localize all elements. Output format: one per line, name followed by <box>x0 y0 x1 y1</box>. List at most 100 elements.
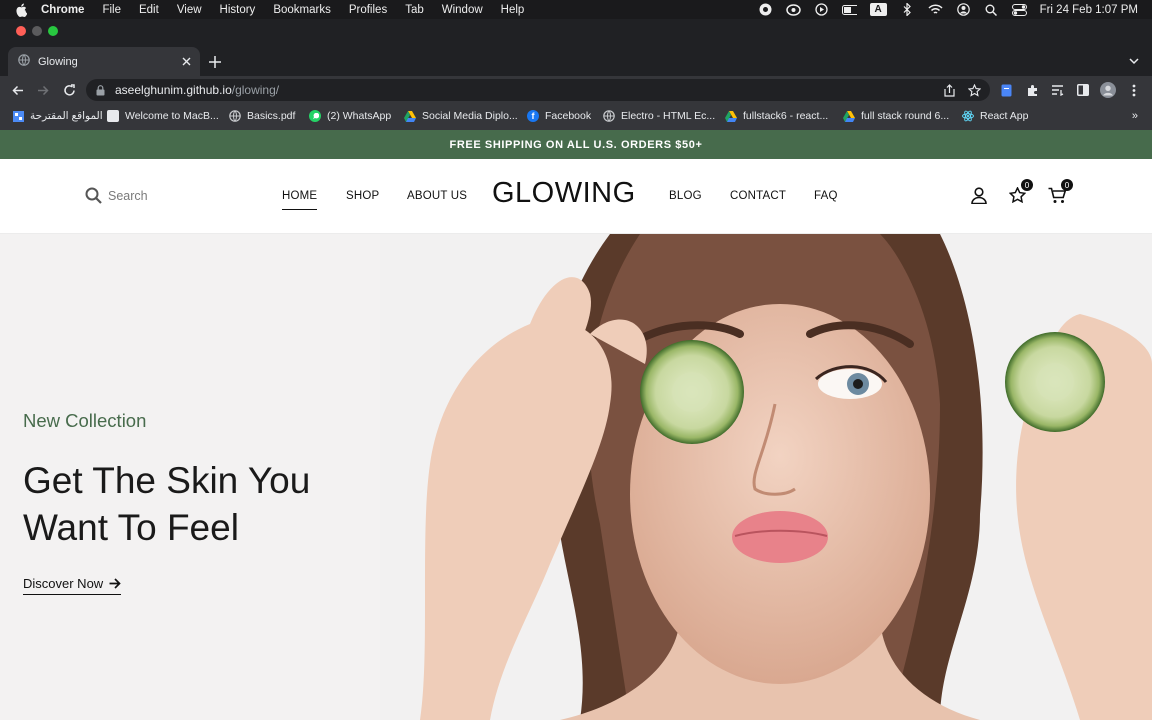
menu-file[interactable]: File <box>102 4 121 16</box>
menubar-status-area: A Fri 24 Feb 1:07 PM <box>758 0 1138 19</box>
url-host: aseelghunim.github.io <box>115 83 232 97</box>
bookmark-electro[interactable]: Electro - HTML Ec... <box>603 110 715 122</box>
tab-title: Glowing <box>38 55 78 68</box>
wishlist-count-badge: 0 <box>1021 179 1033 191</box>
suggested-sites-icon <box>12 110 24 122</box>
browser-toolbar: aseelghunim.github.io /glowing/ <box>0 76 1152 104</box>
menubar-clock[interactable]: Fri 24 Feb 1:07 PM <box>1040 4 1138 16</box>
window-titlebar <box>0 19 1152 47</box>
tab-search-chevron-down-icon[interactable] <box>1127 54 1141 68</box>
menu-edit[interactable]: Edit <box>139 4 159 16</box>
extension-docs-icon[interactable] <box>998 82 1014 98</box>
tab-close-icon[interactable] <box>178 54 194 70</box>
bookmark-label: (2) WhatsApp <box>327 110 392 122</box>
tab-glowing[interactable]: Glowing <box>8 47 200 76</box>
nav-about-us[interactable]: ABOUT US <box>407 190 467 202</box>
menu-view[interactable]: View <box>177 4 202 16</box>
bookmark-label: Basics.pdf <box>247 110 296 122</box>
spotlight-search-icon[interactable] <box>984 3 999 16</box>
bookmark-label: Facebook <box>545 110 592 122</box>
discover-now-link[interactable]: Discover Now <box>23 576 122 595</box>
drive-icon <box>843 110 855 122</box>
menu-help[interactable]: Help <box>501 4 525 16</box>
chrome-menu-kebab-icon[interactable] <box>1126 82 1142 98</box>
play-icon[interactable] <box>814 3 829 16</box>
menu-tab[interactable]: Tab <box>405 4 424 16</box>
hero-section: New Collection Get The Skin You Want To … <box>0 234 1152 720</box>
bookmark-full-stack-round-6[interactable]: full stack round 6... <box>843 110 949 122</box>
bookmark-label: React App <box>980 110 1029 122</box>
facebook-icon: f <box>527 110 539 122</box>
drive-icon <box>725 110 737 122</box>
forward-arrow-icon[interactable] <box>34 81 52 99</box>
bookmark-label: المواقع المقترحة <box>30 110 103 122</box>
bookmark-fullstack6[interactable]: fullstack6 - react... <box>725 110 828 122</box>
free-shipping-banner: FREE SHIPPING ON ALL U.S. ORDERS $50+ <box>0 130 1152 159</box>
apple-logo-icon[interactable] <box>15 3 27 17</box>
bookmark-label: fullstack6 - react... <box>743 110 829 122</box>
bookmark-facebook[interactable]: f Facebook <box>527 110 591 122</box>
account-user-icon[interactable] <box>969 185 989 205</box>
discover-now-label: Discover Now <box>23 576 104 591</box>
address-bar[interactable]: aseelghunim.github.io /glowing/ <box>86 79 990 101</box>
extensions-puzzle-icon[interactable] <box>1024 82 1040 98</box>
battery-icon[interactable] <box>841 3 857 16</box>
back-arrow-icon[interactable] <box>9 81 27 99</box>
bookmarks-overflow-button[interactable]: » <box>1132 110 1138 122</box>
bluetooth-icon[interactable] <box>900 3 915 16</box>
menu-profiles[interactable]: Profiles <box>349 4 387 16</box>
nav-faq[interactable]: FAQ <box>814 190 838 202</box>
tab-favicon-globe-icon <box>18 54 30 69</box>
menu-bookmarks[interactable]: Bookmarks <box>273 4 331 16</box>
bookmark-react-app[interactable]: React App <box>962 110 1028 122</box>
bookmark-star-icon[interactable] <box>967 83 981 97</box>
input-source-icon[interactable]: A <box>869 3 887 16</box>
nav-contact[interactable]: CONTACT <box>730 190 786 202</box>
cart-icon[interactable]: 0 <box>1047 179 1073 205</box>
bookmark-label: full stack round 6... <box>861 110 950 122</box>
bookmark-label: Electro - HTML Ec... <box>621 110 716 122</box>
nav-blog[interactable]: BLOG <box>669 190 702 202</box>
macos-menubar: Chrome File Edit View History Bookmarks … <box>0 0 1152 19</box>
arrow-right-icon <box>109 578 121 590</box>
window-minimize-button[interactable] <box>32 26 42 36</box>
bookmark-suggested-sites[interactable]: المواقع المقترحة <box>12 110 103 122</box>
wifi-icon[interactable] <box>928 3 943 16</box>
reading-list-icon[interactable] <box>1049 82 1065 98</box>
reload-icon[interactable] <box>60 81 78 99</box>
window-zoom-button[interactable] <box>48 26 58 36</box>
share-icon[interactable] <box>942 83 956 97</box>
hero-headline: Get The Skin You Want To Feel <box>23 460 311 548</box>
globe-icon <box>603 110 615 122</box>
hero-model-photo <box>380 234 1152 720</box>
nav-home[interactable]: HOME <box>282 190 318 210</box>
bookmark-welcome-macbook[interactable]: Welcome to MacB... <box>107 110 219 122</box>
control-center-icon[interactable] <box>1011 3 1027 16</box>
bookmark-social-media-diploma[interactable]: Social Media Diplo... <box>404 110 518 122</box>
tab-strip: Glowing <box>0 47 1152 76</box>
header-search[interactable]: Search <box>85 187 148 204</box>
drive-icon <box>404 110 416 122</box>
side-panel-icon[interactable] <box>1075 82 1091 98</box>
search-icon[interactable] <box>85 187 102 204</box>
new-tab-plus-icon[interactable] <box>207 54 223 70</box>
bookmark-label: Welcome to MacB... <box>125 110 219 122</box>
search-placeholder: Search <box>108 188 148 203</box>
url-path: /glowing/ <box>231 83 280 97</box>
bookmark-basics-pdf[interactable]: Basics.pdf <box>229 110 295 122</box>
wishlist-star-icon[interactable]: 0 <box>1007 179 1033 205</box>
react-icon <box>962 110 974 122</box>
nav-shop[interactable]: SHOP <box>346 190 379 202</box>
menu-window[interactable]: Window <box>442 4 483 16</box>
lock-icon[interactable] <box>96 84 106 96</box>
bookmark-whatsapp[interactable]: (2) WhatsApp <box>309 110 391 122</box>
menu-app-chrome[interactable]: Chrome <box>41 4 84 16</box>
profile-avatar[interactable] <box>1100 82 1116 98</box>
window-close-button[interactable] <box>16 26 26 36</box>
user-switch-icon[interactable] <box>956 3 971 16</box>
record-icon[interactable] <box>758 3 773 16</box>
cart-count-badge: 0 <box>1061 179 1073 191</box>
site-logo[interactable]: GLOWING <box>492 177 636 210</box>
menu-history[interactable]: History <box>220 4 256 16</box>
creative-cloud-icon[interactable] <box>785 3 801 16</box>
